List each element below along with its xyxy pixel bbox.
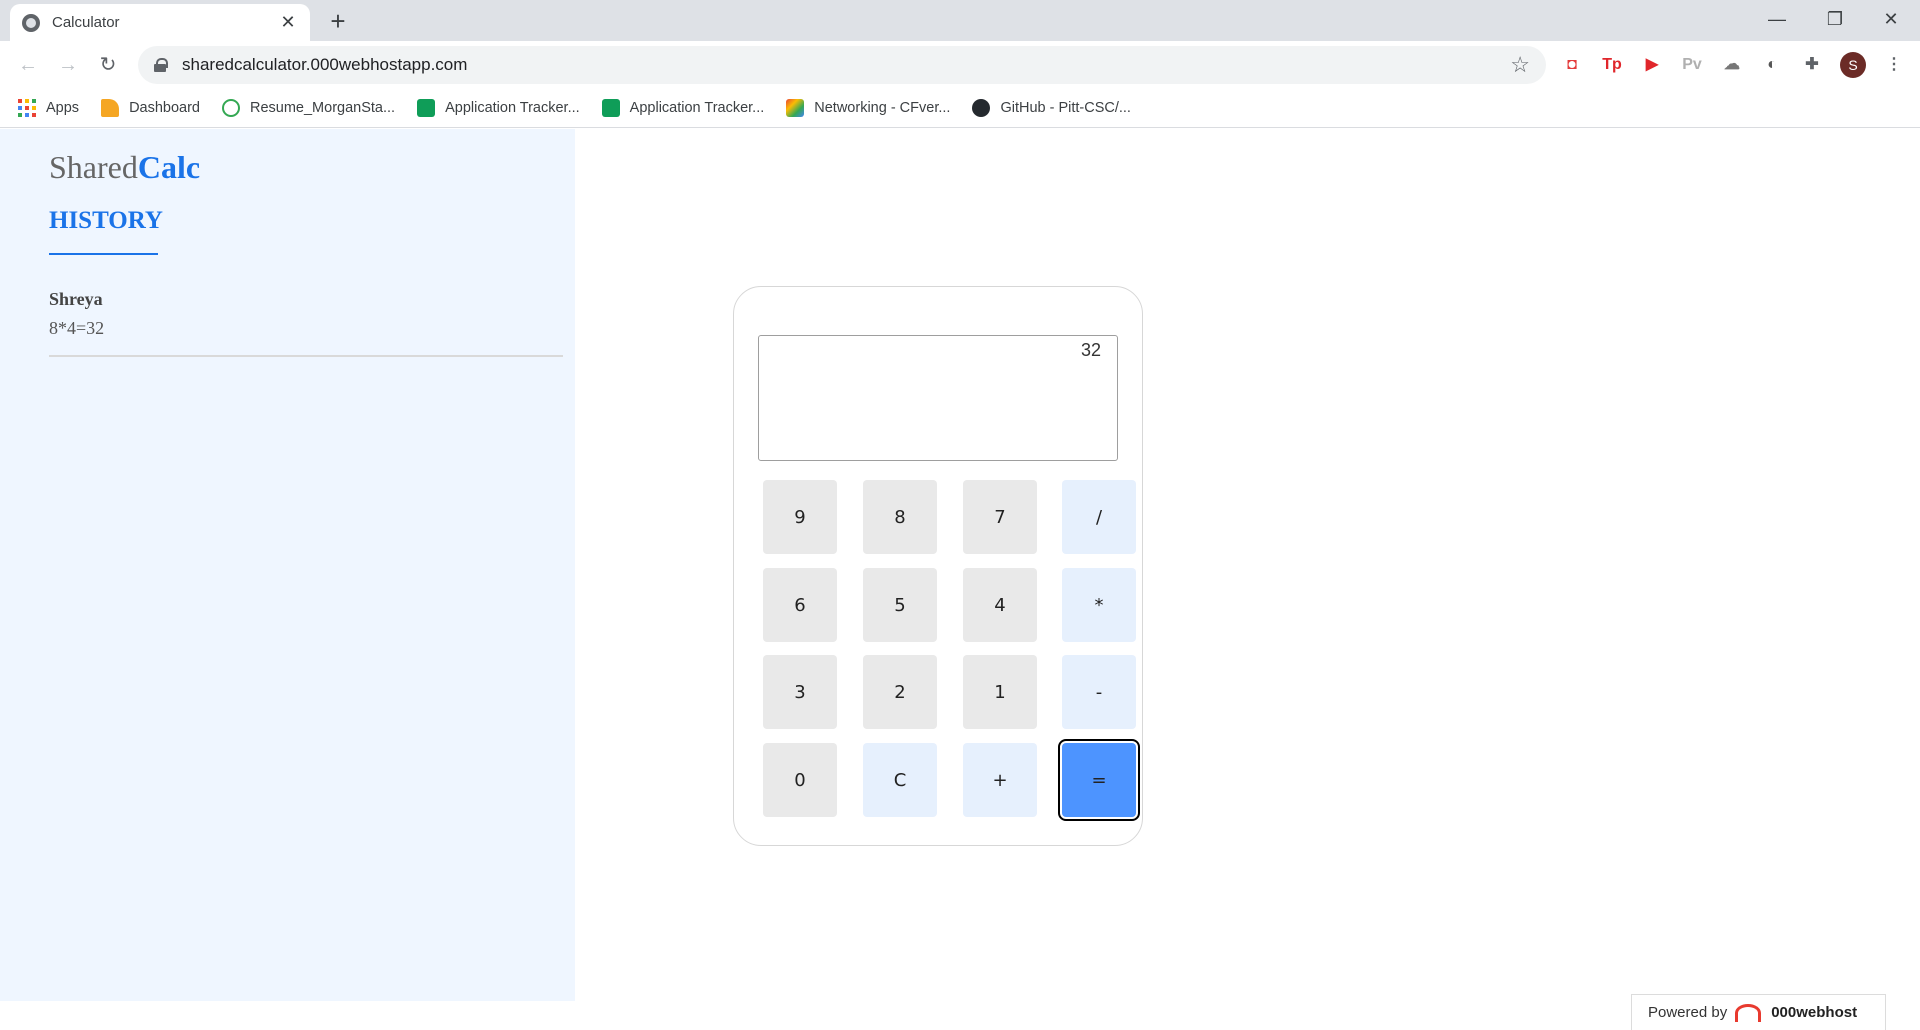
bookmark-application-tracker-2[interactable]: Application Tracker... bbox=[601, 98, 765, 117]
restore-icon[interactable]: ❐ bbox=[1806, 0, 1864, 38]
url-text: sharedcalculator.000webhostapp.com bbox=[182, 55, 468, 74]
key-add[interactable]: + bbox=[963, 743, 1037, 817]
key-1[interactable]: 1 bbox=[963, 655, 1037, 729]
key-7[interactable]: 7 bbox=[963, 480, 1037, 554]
lock-icon bbox=[154, 58, 168, 72]
powered-by-brand: 000webhost bbox=[1771, 1004, 1858, 1021]
cloud-extension-icon[interactable]: ☁ bbox=[1720, 53, 1744, 77]
powered-by-label: Powered by bbox=[1648, 1004, 1728, 1021]
key-subtract[interactable]: - bbox=[1062, 655, 1136, 729]
browser-tab[interactable]: Calculator ✕ bbox=[10, 4, 310, 41]
key-4[interactable]: 4 bbox=[963, 568, 1037, 642]
webhost-logo-icon bbox=[1735, 1003, 1762, 1022]
resume-icon bbox=[222, 98, 240, 117]
bookmark-label: Application Tracker... bbox=[445, 99, 580, 116]
history-underline bbox=[49, 253, 158, 255]
app-logo: SharedCalc bbox=[49, 149, 200, 186]
networking-icon bbox=[786, 98, 805, 117]
history-expression: 8*4=32 bbox=[49, 318, 105, 338]
history-sidebar: SharedCalc HISTORY Shreya 8*4=32 bbox=[0, 129, 575, 1001]
close-tab-icon[interactable]: ✕ bbox=[278, 12, 298, 33]
logo-light-text: Shared bbox=[49, 149, 138, 185]
sheets-icon bbox=[601, 98, 620, 117]
key-6[interactable]: 6 bbox=[763, 568, 837, 642]
pocket-extension-icon[interactable]: ◘ bbox=[1560, 53, 1584, 77]
forward-icon[interactable]: → bbox=[54, 51, 82, 79]
bookmark-star-icon[interactable]: ☆ bbox=[1510, 52, 1530, 78]
extensions-puzzle-icon[interactable]: ✚ bbox=[1800, 53, 1824, 77]
apps-grid-icon bbox=[18, 98, 36, 117]
browser-toolbar: ← → ↻ sharedcalculator.000webhostapp.com… bbox=[0, 41, 1920, 88]
address-bar[interactable]: sharedcalculator.000webhostapp.com ☆ bbox=[138, 46, 1546, 84]
history-heading: HISTORY bbox=[49, 207, 163, 234]
calculator: 32 9 8 7 / 6 5 4 * 3 2 1 - 0 C + = bbox=[733, 286, 1143, 846]
bookmark-application-tracker-1[interactable]: Application Tracker... bbox=[417, 98, 580, 117]
bookmark-networking[interactable]: Networking - CFver... bbox=[786, 98, 951, 117]
globe-icon bbox=[22, 13, 40, 32]
tab-strip: Calculator ✕ + — ❐ ✕ bbox=[0, 0, 1920, 41]
profile-avatar[interactable]: S bbox=[1840, 52, 1866, 78]
bookmark-label: Application Tracker... bbox=[629, 99, 765, 116]
github-icon bbox=[972, 98, 991, 117]
key-3[interactable]: 3 bbox=[763, 655, 837, 729]
window-close-icon[interactable]: ✕ bbox=[1862, 0, 1920, 38]
history-entry: Shreya 8*4=32 bbox=[49, 289, 563, 357]
back-icon[interactable]: ← bbox=[14, 51, 42, 79]
reload-icon[interactable]: ↻ bbox=[94, 51, 122, 79]
calculator-display: 32 bbox=[758, 335, 1118, 461]
key-equals[interactable]: = bbox=[1058, 739, 1140, 821]
bookmark-label: Networking - CFver... bbox=[814, 99, 951, 116]
history-user: Shreya bbox=[49, 289, 103, 309]
bookmark-label: Dashboard bbox=[129, 99, 200, 116]
minimize-icon[interactable]: — bbox=[1748, 0, 1806, 38]
key-clear[interactable]: C bbox=[863, 743, 937, 817]
bookmark-apps[interactable]: Apps bbox=[18, 98, 80, 117]
bookmark-dashboard[interactable]: Dashboard bbox=[101, 98, 200, 117]
bookmark-resume[interactable]: Resume_MorganSta... bbox=[222, 98, 396, 117]
key-5[interactable]: 5 bbox=[863, 568, 937, 642]
tab-title: Calculator bbox=[52, 14, 120, 31]
bookmark-label: GitHub - Pitt-CSC/... bbox=[1000, 99, 1131, 116]
bookmark-label: Apps bbox=[46, 99, 80, 116]
page-content: SharedCalc HISTORY Shreya 8*4=32 32 9 8 … bbox=[0, 129, 1920, 1030]
media-extension-icon[interactable]: ▶ bbox=[1640, 53, 1664, 77]
bookmark-github[interactable]: GitHub - Pitt-CSC/... bbox=[972, 98, 1131, 117]
key-8[interactable]: 8 bbox=[863, 480, 937, 554]
new-tab-button[interactable]: + bbox=[323, 6, 353, 36]
dark-mode-extension-icon[interactable]: ◐ bbox=[1760, 53, 1784, 77]
key-2[interactable]: 2 bbox=[863, 655, 937, 729]
powered-by-badge[interactable]: Powered by 000webhost bbox=[1631, 994, 1886, 1030]
key-0[interactable]: 0 bbox=[763, 743, 837, 817]
pv-extension-icon[interactable]: Pv bbox=[1680, 53, 1704, 77]
sheets-icon bbox=[417, 98, 436, 117]
tp-extension-icon[interactable]: Tp bbox=[1600, 53, 1624, 77]
bookmark-label: Resume_MorganSta... bbox=[250, 99, 396, 116]
bookmarks-bar: Apps Dashboard Resume_MorganSta... Appli… bbox=[0, 88, 1920, 128]
key-divide[interactable]: / bbox=[1062, 480, 1136, 554]
key-9[interactable]: 9 bbox=[763, 480, 837, 554]
dashboard-icon bbox=[101, 98, 120, 117]
key-multiply[interactable]: * bbox=[1062, 568, 1136, 642]
menu-kebab-icon[interactable]: ⋮ bbox=[1882, 53, 1906, 77]
logo-bold-text: Calc bbox=[137, 149, 201, 185]
